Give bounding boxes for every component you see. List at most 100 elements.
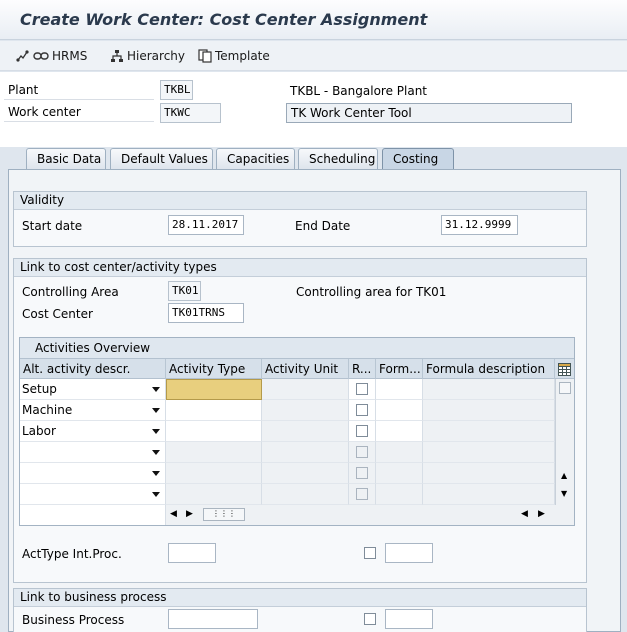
business-process-checkbox[interactable] [364,613,376,625]
vertical-scrollbar[interactable]: ▲ ▼ [555,379,574,505]
acttype-formula-field[interactable] [385,543,433,563]
controlling-area-label: Controlling Area [22,285,119,299]
col-formula-description[interactable]: Formula description [423,359,555,379]
activities-overview-title: Activities Overview [20,338,574,359]
business-process-field[interactable] [168,609,258,629]
scroll-right-end-icon[interactable]: ▶ [538,509,545,519]
workcenter-description: TK Work Center Tool [286,103,572,123]
table-header: Alt. activity descr. Activity Type Activ… [20,359,574,379]
template-button[interactable]: Template [198,47,270,65]
formula-cell [376,484,423,505]
acttype-int-proc-field[interactable] [168,543,216,563]
scroll-down-icon[interactable]: ▼ [561,489,567,498]
activity-type-cell[interactable] [166,379,262,400]
col-formula[interactable]: Form... [376,359,423,379]
tab-basic-data[interactable]: Basic Data [26,148,106,170]
application-toolbar: HRMS Hierarchy Template [0,41,627,71]
acttype-checkbox[interactable] [364,547,376,559]
acttype-int-proc-label: ActType Int.Proc. [22,547,122,561]
activities-table: Activities Overview Alt. activity descr.… [19,337,575,526]
r-cell [349,379,376,400]
scroll-right-icon[interactable]: ▶ [186,509,193,519]
dropdown-arrow-icon[interactable] [152,492,160,497]
title-bar: Create Work Center: Cost Center Assignme… [0,0,627,40]
r-checkbox[interactable] [356,425,368,437]
formula-description-cell [423,442,555,463]
activity-unit-cell [262,379,349,400]
controlling-area-field: TK01 [168,281,201,301]
col-activity-unit[interactable]: Activity Unit [262,359,349,379]
table-row [20,442,555,463]
scroll-thumb[interactable] [559,382,571,394]
start-date-field[interactable]: 28.11.2017 [168,215,244,235]
r-cell [349,484,376,505]
scroll-left-end-icon[interactable]: ◀ [521,509,528,519]
r-cell [349,400,376,421]
activity-type-cell [166,484,262,505]
alt-activity-descr-cell[interactable]: Setup [20,379,166,400]
formula-cell [376,442,423,463]
end-date-label: End Date [295,219,351,233]
validity-group: Validity Start date 28.11.2017 End Date … [13,191,587,247]
hierarchy-icon [110,49,124,63]
r-checkbox[interactable] [356,404,368,416]
business-process-formula-field[interactable] [385,609,433,629]
formula-cell[interactable] [376,421,423,442]
tab-capacities[interactable]: Capacities [216,148,295,170]
cost-center-label: Cost Center [22,307,93,321]
alt-activity-descr-cell[interactable]: Machine [20,400,166,421]
formula-description-cell [423,400,555,421]
dropdown-arrow-icon[interactable] [152,429,160,434]
col-activity-type[interactable]: Activity Type [166,359,262,379]
tab-content-costing: Validity Start date 28.11.2017 End Date … [8,169,621,632]
hierarchy-label: Hierarchy [127,49,186,63]
col-r[interactable]: R... [349,359,376,379]
alt-activity-descr-value: Setup [22,382,57,396]
hrms-button[interactable]: HRMS [16,47,87,65]
workcenter-field: TKWC [160,103,221,123]
activity-type-cell[interactable] [166,421,262,442]
tab-scheduling[interactable]: Scheduling [298,148,378,170]
alt-activity-descr-cell[interactable] [20,442,166,463]
scroll-up-icon[interactable]: ▲ [561,471,567,480]
business-process-group: Link to business process Business Proces… [13,588,587,632]
dropdown-arrow-icon[interactable] [152,471,160,476]
tab-default-values[interactable]: Default Values [110,148,213,170]
horizontal-scroll-thumb[interactable]: ⋮⋮⋮ [203,508,245,521]
r-checkbox [356,446,368,458]
alt-activity-descr-cell[interactable]: Labor [20,421,166,442]
plant-description: TKBL - Bangalore Plant [290,84,428,98]
table-row: Labor [20,421,555,442]
activity-type-cell[interactable] [166,400,262,421]
col-alt-activity-descr[interactable]: Alt. activity descr. [20,359,166,379]
dropdown-arrow-icon[interactable] [152,387,160,392]
plant-label: Plant [8,83,39,97]
alt-activity-descr-cell[interactable] [20,463,166,484]
tab-strip: Basic Data Default Values Capacities Sch… [0,148,627,170]
alt-activity-descr-cell[interactable] [20,484,166,505]
cost-center-field[interactable]: TK01TRNS [168,303,244,323]
dropdown-arrow-icon[interactable] [152,408,160,413]
validity-title: Validity [14,192,586,210]
activity-type-cell [166,442,262,463]
table-settings-icon[interactable] [555,359,574,379]
activity-unit-cell [262,442,349,463]
formula-description-cell [423,484,555,505]
scroll-left-icon[interactable]: ◀ [170,509,177,519]
end-date-field[interactable]: 31.12.9999 [441,215,518,235]
activity-unit-cell [262,463,349,484]
formula-cell[interactable] [376,400,423,421]
r-checkbox[interactable] [356,383,368,395]
formula-description-cell [423,379,555,400]
cost-center-link-title: Link to cost center/activity types [14,259,586,277]
dropdown-arrow-icon[interactable] [152,450,160,455]
business-process-title: Link to business process [14,589,586,607]
formula-cell[interactable] [376,379,423,400]
tab-costing[interactable]: Costing [382,148,454,170]
fixed-column-footer [20,505,166,525]
plant-label-cell: Plant [4,80,154,100]
hierarchy-button[interactable]: Hierarchy [110,47,185,65]
alt-activity-descr-value: Machine [22,403,73,417]
formula-description-cell [423,421,555,442]
activity-unit-cell [262,421,349,442]
